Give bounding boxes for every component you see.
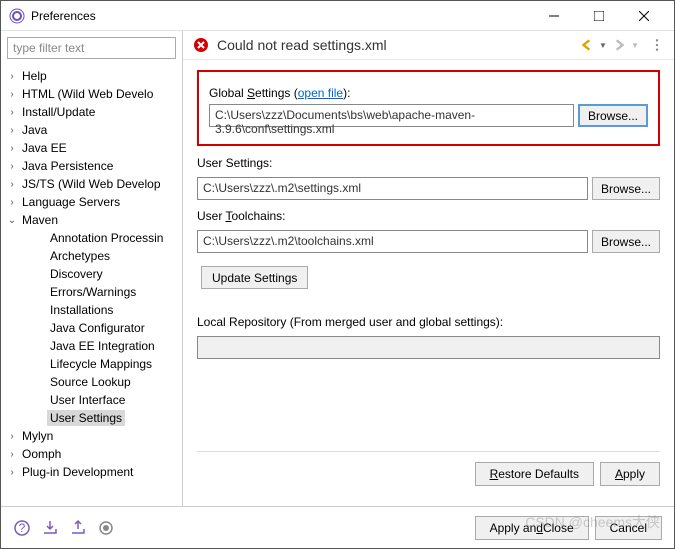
chevron-right-icon: ›	[5, 89, 19, 100]
tree-item-label: Java Persistence	[19, 158, 116, 174]
apply-and-close-button[interactable]: Apply and Close	[475, 516, 589, 540]
chevron-right-icon: ›	[5, 125, 19, 136]
chevron-right-icon: ›	[5, 107, 19, 118]
preferences-icon	[9, 8, 25, 24]
local-repository-input	[197, 336, 660, 359]
tree-item-label: Source Lookup	[47, 374, 134, 390]
export-icon[interactable]	[69, 519, 87, 537]
user-settings-label: User Settings:	[197, 156, 660, 170]
browse-user-button[interactable]: Browse...	[592, 177, 660, 200]
svg-text:?: ?	[19, 521, 26, 535]
chevron-right-icon: ›	[5, 161, 19, 172]
browse-global-button[interactable]: Browse...	[578, 104, 648, 127]
tree-item-label: HTML (Wild Web Develo	[19, 86, 156, 102]
tree-item[interactable]: ›Help	[1, 67, 182, 85]
local-repository-label: Local Repository (From merged user and g…	[197, 315, 660, 329]
chevron-right-icon: ›	[5, 467, 19, 478]
chevron-right-icon: ›	[5, 143, 19, 154]
chevron-right-icon: ›	[5, 71, 19, 82]
apply-button[interactable]: Apply	[600, 462, 660, 486]
restore-defaults-button[interactable]: RRestore Defaultsestore Defaults	[475, 462, 594, 486]
tree-item[interactable]: Java EE Integration	[1, 337, 182, 355]
record-icon[interactable]	[97, 519, 115, 537]
close-button[interactable]	[621, 1, 666, 30]
tree-item-label: Discovery	[47, 266, 106, 282]
tree-item-label: Install/Update	[19, 104, 98, 120]
tree-item[interactable]: ⌄Maven	[1, 211, 182, 229]
tree-item-label: Help	[19, 68, 50, 84]
forward-dropdown-icon[interactable]: ▼	[628, 38, 642, 52]
tree-item-label: Archetypes	[47, 248, 113, 264]
tree-item[interactable]: Source Lookup	[1, 373, 182, 391]
tree-item-label: Mylyn	[19, 428, 56, 444]
tree-item[interactable]: User Interface	[1, 391, 182, 409]
tree-item[interactable]: Java Configurator	[1, 319, 182, 337]
tree-item[interactable]: Archetypes	[1, 247, 182, 265]
browse-toolchains-button[interactable]: Browse...	[592, 230, 660, 253]
global-settings-section: Global Settings (open file): C:\Users\zz…	[197, 70, 660, 146]
global-settings-input[interactable]: C:\Users\zzz\Documents\bs\web\apache-mav…	[209, 104, 574, 127]
tree-item[interactable]: User Settings	[1, 409, 182, 427]
forward-icon[interactable]	[612, 38, 626, 52]
tree-item[interactable]: Installations	[1, 301, 182, 319]
tree-item[interactable]: Errors/Warnings	[1, 283, 182, 301]
preferences-tree[interactable]: ›Help›HTML (Wild Web Develo›Install/Upda…	[1, 65, 182, 506]
menu-icon[interactable]	[650, 38, 664, 52]
tree-item-label: Installations	[47, 302, 116, 318]
window-title: Preferences	[31, 9, 531, 23]
import-icon[interactable]	[41, 519, 59, 537]
global-settings-label: Global Settings (open file):	[209, 86, 648, 100]
tree-item-label: Java Configurator	[47, 320, 148, 336]
tree-item[interactable]: Annotation Processin	[1, 229, 182, 247]
tree-item[interactable]: ›Plug-in Development	[1, 463, 182, 481]
cancel-button[interactable]: Cancel	[595, 516, 662, 540]
user-toolchains-input[interactable]: C:\Users\zzz\.m2\toolchains.xml	[197, 230, 588, 253]
update-settings-button[interactable]: Update Settings	[201, 266, 308, 289]
tree-item-label: Java EE	[19, 140, 70, 156]
error-icon	[193, 37, 209, 53]
tree-item[interactable]: ›Install/Update	[1, 103, 182, 121]
tree-item[interactable]: ›Language Servers	[1, 193, 182, 211]
chevron-down-icon: ⌄	[5, 215, 19, 226]
tree-item[interactable]: Discovery	[1, 265, 182, 283]
chevron-right-icon: ›	[5, 179, 19, 190]
chevron-right-icon: ›	[5, 449, 19, 460]
tree-item[interactable]: ›Mylyn	[1, 427, 182, 445]
back-icon[interactable]	[580, 38, 594, 52]
tree-item-label: Lifecycle Mappings	[47, 356, 155, 372]
tree-item-label: Java	[19, 122, 50, 138]
user-toolchains-label: User Toolchains:	[197, 209, 660, 223]
tree-item-label: User Settings	[47, 410, 125, 426]
tree-item[interactable]: Lifecycle Mappings	[1, 355, 182, 373]
user-settings-input[interactable]: C:\Users\zzz\.m2\settings.xml	[197, 177, 588, 200]
chevron-right-icon: ›	[5, 197, 19, 208]
tree-item[interactable]: ›Java	[1, 121, 182, 139]
maximize-button[interactable]	[576, 1, 621, 30]
tree-item-label: User Interface	[47, 392, 128, 408]
tree-item-label: Plug-in Development	[19, 464, 136, 480]
tree-item-label: Language Servers	[19, 194, 123, 210]
help-icon[interactable]: ?	[13, 519, 31, 537]
chevron-right-icon: ›	[5, 431, 19, 442]
tree-item-label: Errors/Warnings	[47, 284, 139, 300]
tree-item[interactable]: ›Oomph	[1, 445, 182, 463]
tree-item[interactable]: ›JS/TS (Wild Web Develop	[1, 175, 182, 193]
tree-item-label: Oomph	[19, 446, 64, 462]
error-message: Could not read settings.xml	[217, 37, 580, 53]
tree-item-label: Java EE Integration	[47, 338, 158, 354]
tree-item[interactable]: ›Java EE	[1, 139, 182, 157]
sidebar: type filter text ›Help›HTML (Wild Web De…	[1, 31, 183, 506]
minimize-button[interactable]	[531, 1, 576, 30]
filter-input[interactable]: type filter text	[7, 37, 176, 59]
tree-item[interactable]: ›HTML (Wild Web Develo	[1, 85, 182, 103]
tree-item[interactable]: ›Java Persistence	[1, 157, 182, 175]
open-file-link[interactable]: open file	[298, 86, 343, 100]
back-dropdown-icon[interactable]: ▼	[596, 38, 610, 52]
tree-item-label: Annotation Processin	[47, 230, 166, 246]
tree-item-label: JS/TS (Wild Web Develop	[19, 176, 164, 192]
tree-item-label: Maven	[19, 212, 61, 228]
